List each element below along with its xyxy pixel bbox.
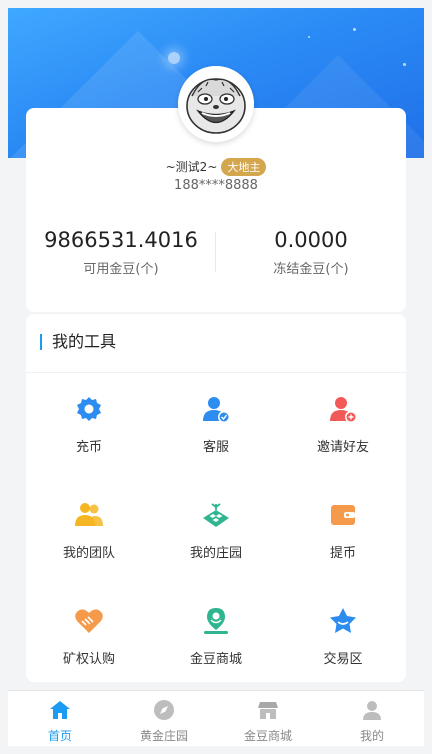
tool-bean-mall[interactable]: 金豆商城	[153, 606, 279, 667]
frozen-balance-label: 冻结金豆(个)	[273, 262, 349, 277]
compass-icon	[154, 700, 174, 720]
bottom-tab-bar: 首页 黄金庄园 金豆商城 我的	[8, 690, 424, 746]
tool-label: 我的团队	[62, 546, 115, 561]
handshake-heart-icon	[75, 609, 103, 633]
star-icon	[330, 608, 356, 633]
app-screen: ~测试2~ 大地主 188****8888 9866531.4016 可用金豆(个…	[8, 8, 424, 746]
tool-label: 邀请好友	[316, 440, 369, 455]
nickname: ~测试2~	[165, 160, 218, 174]
shop-icon	[258, 702, 278, 719]
tool-label: 提币	[329, 546, 356, 561]
tab-bean-mall[interactable]: 金豆商城	[216, 691, 320, 746]
location-pin-icon	[204, 608, 228, 634]
wallet-icon	[331, 505, 355, 525]
tool-label: 金豆商城	[189, 652, 242, 667]
tool-label: 客服	[202, 440, 229, 455]
tool-customer-service[interactable]: 客服	[153, 394, 279, 455]
farm-icon	[203, 503, 229, 527]
team-icon	[75, 503, 103, 526]
tab-label: 我的	[359, 729, 384, 743]
tool-label: 矿权认购	[62, 652, 115, 667]
tab-gold-farm[interactable]: 黄金庄园	[112, 691, 216, 746]
tool-recharge[interactable]: 充币	[26, 394, 152, 455]
tool-withdraw[interactable]: 提币	[280, 500, 406, 561]
tools-title: 我的工具	[40, 334, 116, 350]
user-name-row: ~测试2~ 大地主	[8, 158, 424, 176]
tab-label: 黄金庄园	[139, 729, 188, 743]
tab-mine[interactable]: 我的	[320, 691, 424, 746]
home-icon	[50, 701, 70, 719]
tool-label: 充币	[75, 440, 102, 455]
level-badge: 大地主	[221, 158, 267, 176]
frozen-balance[interactable]: 0.0000 冻结金豆(个)	[216, 228, 406, 277]
phone-number: 188****8888	[174, 178, 258, 193]
tool-trading-area[interactable]: 交易区	[280, 606, 406, 667]
tool-mining-subscription[interactable]: 矿权认购	[26, 606, 152, 667]
available-balance[interactable]: 9866531.4016 可用金豆(个)	[26, 228, 216, 277]
tool-label: 我的庄园	[189, 546, 242, 561]
gear-icon	[77, 397, 101, 421]
tab-label: 首页	[47, 729, 72, 743]
customer-service-icon	[203, 397, 230, 423]
user-icon	[363, 701, 381, 720]
tool-label: 交易区	[323, 652, 363, 667]
avatar[interactable]	[178, 66, 254, 142]
frozen-balance-value: 0.0000	[274, 228, 348, 252]
tab-label: 金豆商城	[243, 729, 292, 743]
divider	[26, 372, 406, 373]
tool-my-farm[interactable]: 我的庄园	[153, 500, 279, 561]
tool-invite-friends[interactable]: 邀请好友	[280, 394, 406, 455]
sloth-avatar-icon	[178, 66, 254, 142]
tab-home[interactable]: 首页	[8, 691, 112, 746]
available-balance-label: 可用金豆(个)	[83, 262, 159, 277]
available-balance-value: 9866531.4016	[44, 228, 198, 252]
tool-my-team[interactable]: 我的团队	[26, 500, 152, 561]
invite-user-icon	[330, 397, 357, 423]
tools-card: 我的工具 充币 客服 邀请好友 我的团队 我的庄园 提币 矿权认购 金豆商城 交…	[26, 314, 406, 682]
